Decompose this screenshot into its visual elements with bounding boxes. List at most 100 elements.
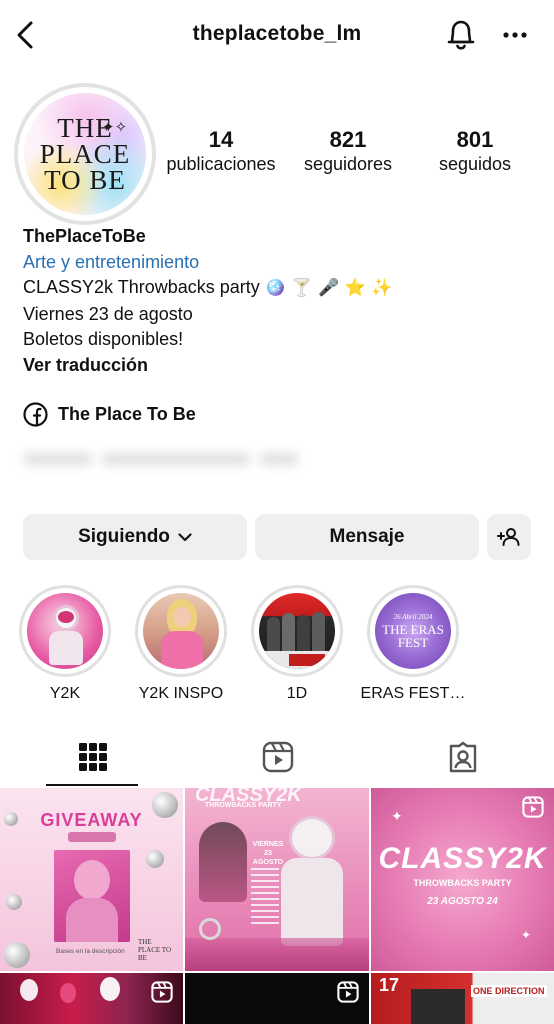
reels-icon (151, 981, 173, 1003)
one-direction-label: ONE DIRECTION (471, 985, 547, 997)
highlight-label: Y2K (49, 685, 81, 702)
see-translation-link[interactable]: Ver traducción (23, 353, 543, 379)
posts-grid: GIVEAWAY Bases en la descripción THE PLA… (0, 788, 554, 1024)
astronaut-visor (58, 611, 74, 623)
avatar-logo: THE PLACE TO BE (24, 93, 146, 215)
avatar-frame: THE PLACE TO BE (18, 87, 152, 221)
post-dark-video[interactable] (185, 973, 369, 1024)
category-label[interactable]: Arte y entretenimiento (23, 250, 543, 276)
reel-badge (337, 981, 359, 1008)
highlight-y2k[interactable]: Y2K (10, 585, 120, 703)
highlight-cover-eras: 26 Abril 2024 THE ERAS FEST (375, 593, 451, 669)
post-giveaway[interactable]: GIVEAWAY Bases en la descripción THE PLA… (0, 788, 183, 971)
band-member-4 (312, 612, 325, 651)
active-tab-indicator (46, 784, 138, 786)
reels-icon (337, 981, 359, 1003)
reel-badge (151, 981, 173, 1008)
add-user-icon (497, 528, 520, 546)
figure-outfit (161, 631, 203, 669)
sparkle-2: ✦ (521, 928, 532, 942)
disco-ball-4 (6, 894, 22, 910)
giveaway-photo-figure (74, 860, 110, 900)
following-count: 801 (456, 127, 494, 152)
stat-posts[interactable]: 14 publicaciones (160, 127, 282, 175)
band-member-1 (267, 617, 280, 651)
banner-date: 23 AGOSTO 24 (427, 896, 498, 907)
band-member-3 (297, 615, 310, 651)
banner-title: CLASSY2K (378, 842, 547, 875)
reels-icon (522, 796, 544, 818)
highlight-label: Y2K INSPO (138, 685, 224, 702)
more-options-button[interactable] (500, 20, 530, 50)
bell-icon (447, 20, 475, 50)
bio-emoji: 🪩 🍸 🎤 ⭐ ✨ (264, 278, 393, 298)
highlight-label: 1D (286, 685, 308, 702)
reel-badge (522, 796, 544, 823)
posts-label: publicaciones (166, 154, 276, 174)
profile-tabs (0, 726, 554, 788)
message-button-label: Mensaje (329, 526, 405, 547)
followers-label: seguidores (303, 154, 393, 174)
eras-cover-date: 26 Abril 2024 (393, 613, 433, 621)
reunion-text (289, 654, 325, 666)
stat-followers[interactable]: 821 seguidores (292, 127, 404, 175)
poster-subtitle: THROWBACKS PARTY (205, 802, 282, 809)
post-poster[interactable]: CLASSY2K THROWBACKS PARTY VIERNES 23 AGO… (185, 788, 369, 971)
highlight-ring (251, 585, 343, 677)
tab-reels[interactable] (185, 726, 370, 788)
grid-icon (78, 743, 107, 771)
following-button[interactable]: Siguiendo (23, 514, 247, 560)
poster-photo-figure (199, 822, 247, 902)
poster-astronaut-body (281, 858, 343, 946)
highlight-cover-pink-outfit (143, 593, 219, 669)
highlight-eras-fest[interactable]: 26 Abril 2024 THE ERAS FEST ERAS FEST… (358, 585, 468, 703)
giveaway-subtitle: Bases en la descripción (56, 948, 125, 955)
disco-ball-3 (146, 850, 164, 868)
banner-subtitle: THROWBACKS PARTY (413, 878, 512, 888)
figure-face (173, 607, 191, 627)
sparkle-icon: ✦✧ (102, 119, 128, 136)
giveaway-photo-body (66, 898, 118, 942)
followers-count: 821 (329, 127, 367, 152)
bio-line-3: Boletos disponibles! (23, 329, 184, 349)
post-one-direction[interactable]: 17 ONE DIRECTION (371, 973, 554, 1024)
tab-tagged[interactable] (370, 726, 554, 788)
crowd-balloon-2 (60, 983, 76, 1003)
band-photo-strip (411, 989, 465, 1024)
message-button[interactable]: Mensaje (255, 514, 479, 560)
highlight-frame (138, 588, 224, 674)
astronaut-body (49, 631, 83, 665)
stat-following[interactable]: 801 seguidos (424, 127, 526, 175)
bio-line-2: Viernes 23 de agosto (23, 303, 193, 324)
notifications-button[interactable] (444, 17, 478, 53)
highlight-ring (19, 585, 111, 677)
following-button-label: Siguiendo (78, 526, 170, 547)
highlight-frame: 26 Abril 2024 THE ERAS FEST (370, 588, 456, 674)
giveaway-photo (54, 850, 130, 942)
poster-lineup (251, 868, 279, 928)
highlight-1d[interactable]: 1D (242, 585, 352, 703)
facebook-icon (23, 402, 48, 427)
giveaway-title: GIVEAWAY (40, 810, 143, 830)
bio-line-1: CLASSY2k Throwbacks party 🪩 🍸 🎤 ⭐ ✨ (23, 275, 543, 302)
facebook-link[interactable]: The Place To Be (23, 402, 196, 427)
suggest-users-button[interactable] (487, 514, 531, 560)
tagged-icon (449, 741, 476, 773)
bio-line-1-text: CLASSY2k Throwbacks party (23, 277, 260, 297)
highlight-ring (135, 585, 227, 677)
poster-water (185, 938, 369, 971)
post-party-crowd[interactable] (0, 973, 183, 1024)
highlight-ring: 26 Abril 2024 THE ERAS FEST (367, 585, 459, 677)
highlight-y2k-inspo[interactable]: Y2K INSPO (126, 585, 236, 703)
profile-avatar[interactable]: THE PLACE TO BE (14, 83, 156, 225)
highlight-cover-astronaut (27, 593, 103, 669)
tab-posts-grid[interactable] (0, 726, 185, 788)
poster-date: VIERNES 23 AGOSTO (252, 841, 284, 866)
profile-bio: ThePlaceToBe Arte y entretenimiento CLAS… (23, 224, 543, 378)
post-banner[interactable]: CLASSY2K THROWBACKS PARTY 23 AGOSTO 24 ✦… (371, 788, 554, 971)
chevron-down-icon (178, 532, 192, 541)
more-horizontal-icon (503, 32, 527, 38)
following-label: seguidos (438, 154, 512, 174)
poster-chrome-shape (199, 918, 221, 940)
highlight-frame (22, 588, 108, 674)
